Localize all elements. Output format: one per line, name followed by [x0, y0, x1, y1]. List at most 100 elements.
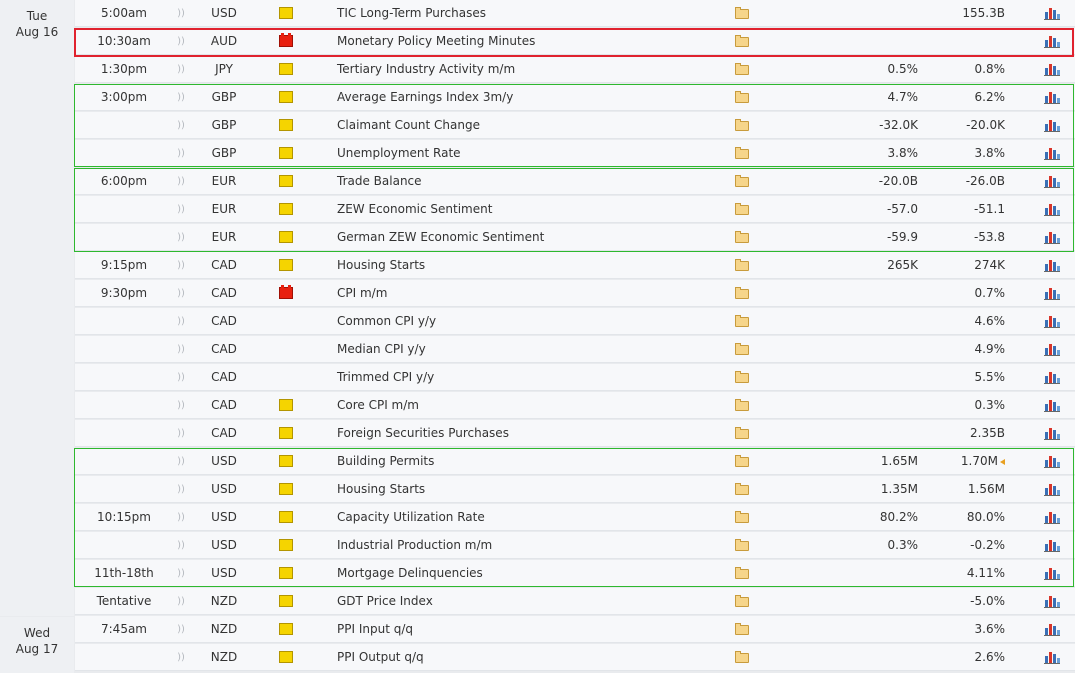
event-title[interactable]: TIC Long-Term Purchases: [337, 0, 486, 27]
event-title[interactable]: Trade Balance: [337, 168, 422, 195]
graph-icon[interactable]: [1044, 140, 1062, 167]
event-row[interactable]: 10:15pm)) USD Capacity Utilization Rate 80.…: [75, 504, 1075, 531]
event-row[interactable]: 3:00pm)) GBP Average Earnings Index 3m/y 4.…: [75, 84, 1075, 111]
sound-icon[interactable]: )): [175, 448, 187, 475]
event-row[interactable]: 9:30pm)) CAD CPI m/m 0.7%: [75, 280, 1075, 307]
impact-folder-icon[interactable]: [279, 84, 295, 111]
event-title[interactable]: Common CPI y/y: [337, 308, 436, 335]
impact-folder-icon[interactable]: [279, 112, 295, 139]
graph-icon[interactable]: [1044, 392, 1062, 419]
detail-folder-icon[interactable]: [735, 560, 751, 587]
event-title[interactable]: GDT Price Index: [337, 588, 433, 615]
detail-folder-icon[interactable]: [735, 196, 751, 223]
detail-folder-icon[interactable]: [735, 280, 751, 307]
detail-folder-icon[interactable]: [735, 504, 751, 531]
event-title[interactable]: Capacity Utilization Rate: [337, 504, 485, 531]
detail-folder-icon[interactable]: [735, 616, 751, 643]
impact-folder-icon[interactable]: [279, 280, 295, 307]
impact-folder-icon[interactable]: [279, 168, 295, 195]
event-row[interactable]: )) USD Industrial Production m/m 0.3% -0.2%: [75, 532, 1075, 559]
sound-icon[interactable]: )): [175, 28, 187, 55]
impact-folder-icon[interactable]: [279, 224, 295, 251]
event-row[interactable]: )) GBP Unemployment Rate 3.8% 3.8%: [75, 140, 1075, 167]
detail-folder-icon[interactable]: [735, 56, 751, 83]
impact-folder-icon[interactable]: [279, 644, 295, 671]
detail-folder-icon[interactable]: [735, 644, 751, 671]
graph-icon[interactable]: [1044, 448, 1062, 475]
sound-icon[interactable]: )): [175, 336, 187, 363]
event-title[interactable]: Average Earnings Index 3m/y: [337, 84, 513, 111]
graph-icon[interactable]: [1044, 196, 1062, 223]
impact-folder-icon[interactable]: [279, 616, 295, 643]
sound-icon[interactable]: )): [175, 308, 187, 335]
sound-icon[interactable]: )): [175, 0, 187, 27]
event-title[interactable]: PPI Output q/q: [337, 644, 424, 671]
sound-icon[interactable]: )): [175, 112, 187, 139]
graph-icon[interactable]: [1044, 56, 1062, 83]
detail-folder-icon[interactable]: [735, 168, 751, 195]
event-title[interactable]: Foreign Securities Purchases: [337, 420, 509, 447]
event-title[interactable]: CPI m/m: [337, 280, 387, 307]
event-title[interactable]: Mortgage Delinquencies: [337, 560, 483, 587]
event-title[interactable]: Housing Starts: [337, 476, 425, 503]
event-row[interactable]: 11th-18th)) USD Mortgage Delinquencies 4.11…: [75, 560, 1075, 587]
impact-folder-icon[interactable]: [279, 420, 295, 447]
event-title[interactable]: Building Permits: [337, 448, 434, 475]
detail-folder-icon[interactable]: [735, 364, 751, 391]
detail-folder-icon[interactable]: [735, 532, 751, 559]
event-row[interactable]: )) CAD Trimmed CPI y/y 5.5%: [75, 364, 1075, 391]
detail-folder-icon[interactable]: [735, 140, 751, 167]
event-row[interactable]: )) USD Building Permits 1.65M 1.70M: [75, 448, 1075, 475]
event-row[interactable]: )) GBP Claimant Count Change -32.0K -20.0K: [75, 112, 1075, 139]
detail-folder-icon[interactable]: [735, 112, 751, 139]
event-row[interactable]: )) CAD Core CPI m/m 0.3%: [75, 392, 1075, 419]
event-title[interactable]: ZEW Economic Sentiment: [337, 196, 492, 223]
graph-icon[interactable]: [1044, 224, 1062, 251]
sound-icon[interactable]: )): [175, 588, 187, 615]
sound-icon[interactable]: )): [175, 644, 187, 671]
impact-folder-icon[interactable]: [279, 28, 295, 55]
detail-folder-icon[interactable]: [735, 476, 751, 503]
sound-icon[interactable]: )): [175, 420, 187, 447]
graph-icon[interactable]: [1044, 28, 1062, 55]
graph-icon[interactable]: [1044, 476, 1062, 503]
graph-icon[interactable]: [1044, 504, 1062, 531]
event-row[interactable]: 7:45am)) NZD PPI Input q/q 3.6%: [75, 616, 1075, 643]
impact-folder-icon[interactable]: [279, 448, 295, 475]
impact-folder-icon[interactable]: [279, 0, 295, 27]
sound-icon[interactable]: )): [175, 224, 187, 251]
sound-icon[interactable]: )): [175, 84, 187, 111]
sound-icon[interactable]: )): [175, 56, 187, 83]
sound-icon[interactable]: )): [175, 476, 187, 503]
event-title[interactable]: Median CPI y/y: [337, 336, 426, 363]
detail-folder-icon[interactable]: [735, 0, 751, 27]
graph-icon[interactable]: [1044, 336, 1062, 363]
event-row[interactable]: 5:00am)) USD TIC Long-Term Purchases 155.3B: [75, 0, 1075, 27]
event-row[interactable]: )) CAD Foreign Securities Purchases 2.35B: [75, 420, 1075, 447]
sound-icon[interactable]: )): [175, 252, 187, 279]
event-title[interactable]: Trimmed CPI y/y: [337, 364, 434, 391]
event-row[interactable]: 9:15pm)) CAD Housing Starts 265K 274K: [75, 252, 1075, 279]
event-row[interactable]: )) CAD Median CPI y/y 4.9%: [75, 336, 1075, 363]
impact-folder-icon[interactable]: [279, 308, 295, 335]
event-row[interactable]: 10:30am)) AUD Monetary Policy Meeting Minu…: [75, 28, 1075, 55]
sound-icon[interactable]: )): [175, 392, 187, 419]
sound-icon[interactable]: )): [175, 280, 187, 307]
sound-icon[interactable]: )): [175, 364, 187, 391]
impact-folder-icon[interactable]: [279, 476, 295, 503]
impact-folder-icon[interactable]: [279, 336, 295, 363]
impact-folder-icon[interactable]: [279, 252, 295, 279]
sound-icon[interactable]: )): [175, 196, 187, 223]
event-row[interactable]: )) EUR German ZEW Economic Sentiment -59.9 -…: [75, 224, 1075, 251]
detail-folder-icon[interactable]: [735, 420, 751, 447]
detail-folder-icon[interactable]: [735, 336, 751, 363]
detail-folder-icon[interactable]: [735, 28, 751, 55]
graph-icon[interactable]: [1044, 280, 1062, 307]
impact-folder-icon[interactable]: [279, 392, 295, 419]
event-row[interactable]: )) USD Housing Starts 1.35M 1.56M: [75, 476, 1075, 503]
graph-icon[interactable]: [1044, 364, 1062, 391]
graph-icon[interactable]: [1044, 168, 1062, 195]
sound-icon[interactable]: )): [175, 168, 187, 195]
event-title[interactable]: German ZEW Economic Sentiment: [337, 224, 544, 251]
event-title[interactable]: PPI Input q/q: [337, 616, 413, 643]
